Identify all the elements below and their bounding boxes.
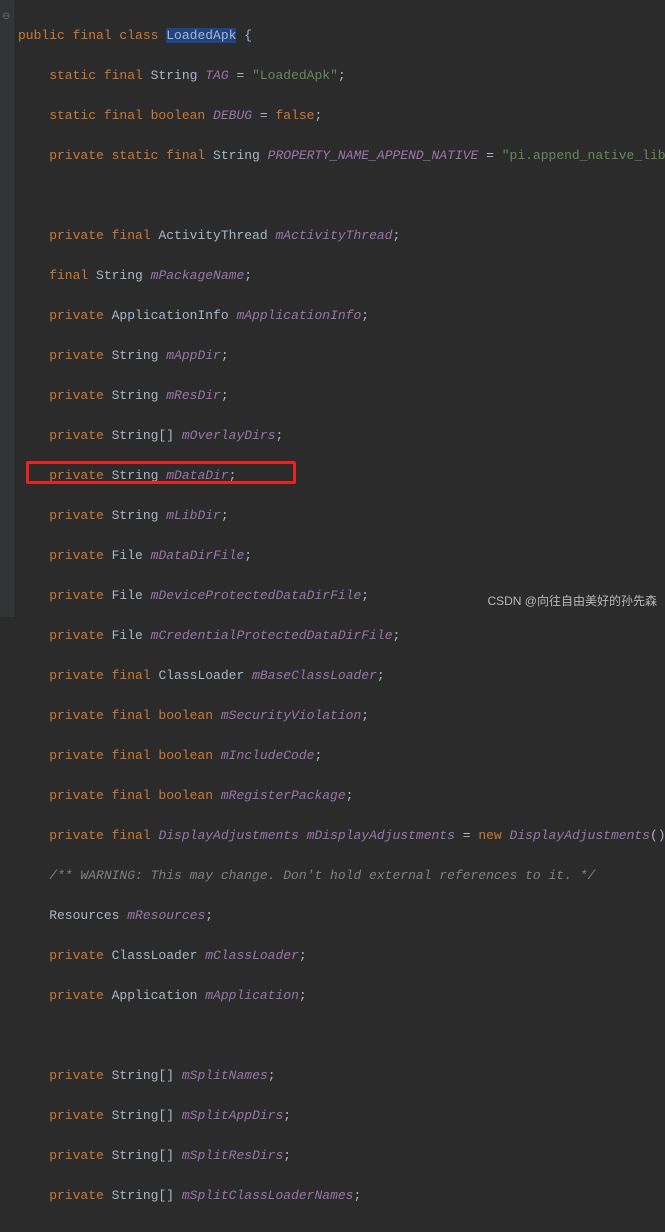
code-line: private String[] mOverlayDirs; — [18, 426, 665, 446]
code-line: private String[] mSplitResDirs; — [18, 1146, 665, 1166]
code-line: private String mDataDir; — [18, 466, 665, 486]
code-line — [18, 186, 665, 206]
code-line: private static final String PROPERTY_NAM… — [18, 146, 665, 166]
code-line: public final class LoadedApk { — [18, 26, 665, 46]
code-line: private Application mApplication; — [18, 986, 665, 1006]
collapse-icon[interactable]: ⊖ — [2, 8, 11, 17]
code-line: private String[] mSplitClassLoaderNames; — [18, 1186, 665, 1206]
code-line: private final boolean mRegisterPackage; — [18, 786, 665, 806]
code-line: private final DisplayAdjustments mDispla… — [18, 826, 665, 846]
code-line: private final ActivityThread mActivityTh… — [18, 226, 665, 246]
code-line: final String mPackageName; — [18, 266, 665, 286]
code-line: private ApplicationInfo mApplicationInfo… — [18, 306, 665, 326]
code-line-highlighted: private ClassLoader mClassLoader; — [18, 946, 665, 966]
code-line: private String mLibDir; — [18, 506, 665, 526]
code-line: private final boolean mSecurityViolation… — [18, 706, 665, 726]
code-line: private String[] mSplitAppDirs; — [18, 1106, 665, 1126]
code-line: private final boolean mIncludeCode; — [18, 746, 665, 766]
code-line: private String mResDir; — [18, 386, 665, 406]
code-line: static final boolean DEBUG = false; — [18, 106, 665, 126]
selected-classname: LoadedApk — [166, 28, 236, 43]
code-line — [18, 1026, 665, 1046]
code-line: private String[] mSplitNames; — [18, 1066, 665, 1086]
csdn-watermark: CSDN @向往自由美好的孙先森 — [487, 591, 657, 611]
code-line: Resources mResources; — [18, 906, 665, 926]
code-line: private String mAppDir; — [18, 346, 665, 366]
code-line: private final ClassLoader mBaseClassLoad… — [18, 666, 665, 686]
code-editor[interactable]: public final class LoadedApk { static fi… — [0, 0, 665, 1232]
editor-gutter: ⊖ — [0, 0, 14, 617]
code-line: /** WARNING: This may change. Don't hold… — [18, 866, 665, 886]
code-line: private File mDataDirFile; — [18, 546, 665, 566]
code-line: static final String TAG = "LoadedApk"; — [18, 66, 665, 86]
code-line: private File mCredentialProtectedDataDir… — [18, 626, 665, 646]
